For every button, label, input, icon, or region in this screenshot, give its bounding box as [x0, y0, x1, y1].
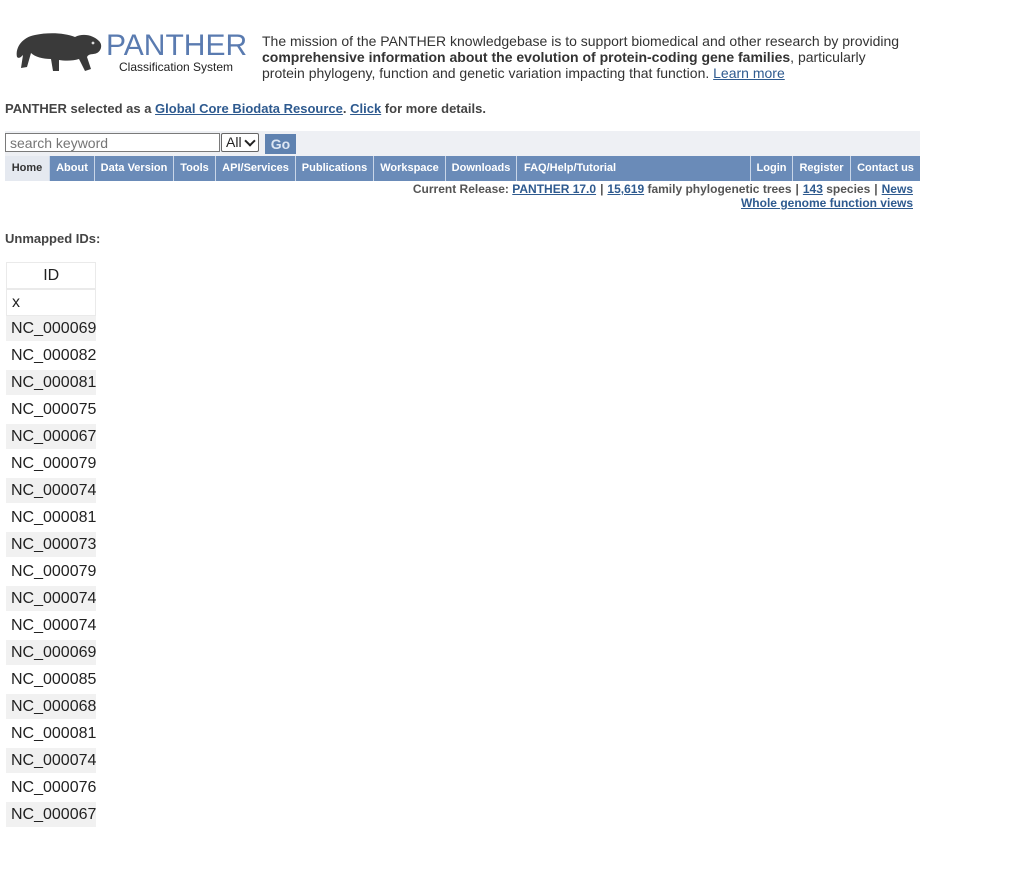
table-row: NC_000082: [6, 343, 97, 370]
logo-title: PANTHER: [106, 29, 248, 62]
table-row: NC_000079: [6, 559, 97, 586]
table-row: NC_000081: [6, 721, 97, 748]
id-cell: NC_000069: [6, 640, 97, 667]
core-biodata-notice: PANTHER selected as a Global Core Biodat…: [5, 101, 486, 116]
table-row: NC_000085: [6, 667, 97, 694]
nav-home[interactable]: Home: [5, 156, 50, 181]
nav-api-services[interactable]: API/Services: [216, 156, 296, 181]
table-row: NC_000069: [6, 316, 97, 343]
release-version-link[interactable]: PANTHER 17.0: [512, 182, 596, 196]
search-input[interactable]: [5, 133, 220, 152]
chevron-down-icon: [244, 135, 256, 147]
unmapped-ids-table: ID x NC_000069 NC_000082 NC_000081 NC_000075…: [6, 262, 97, 829]
go-button[interactable]: Go: [265, 134, 296, 154]
search-scope-value: All: [226, 134, 242, 150]
table-row: NC_000068: [6, 694, 97, 721]
panther-icon: [16, 33, 102, 71]
id-cell: NC_000074: [6, 613, 97, 640]
family-trees-link[interactable]: 15,619: [607, 182, 644, 196]
id-cell: NC_000079: [6, 559, 97, 586]
id-cell: NC_000073: [6, 532, 97, 559]
id-cell: NC_000069: [6, 316, 97, 343]
nav-contact-us[interactable]: Contact us: [850, 156, 920, 181]
table-row: NC_000081: [6, 370, 97, 397]
id-cell: NC_000067: [6, 802, 97, 829]
table-row: NC_000067: [6, 424, 97, 451]
table-row: NC_000074: [6, 478, 97, 505]
global-core-biodata-link[interactable]: Global Core Biodata Resource: [155, 101, 343, 116]
table-row: NC_000074: [6, 748, 97, 775]
panther-logo[interactable]: PANTHER Classification System: [13, 27, 248, 75]
table-row: NC_000069: [6, 640, 97, 667]
learn-more-link[interactable]: Learn more: [713, 65, 785, 81]
id-cell: NC_000079: [6, 451, 97, 478]
mission-text: The mission of the PANTHER knowledgebase…: [262, 33, 900, 81]
id-cell: NC_000085: [6, 667, 97, 694]
unmapped-ids-heading: Unmapped IDs:: [5, 231, 101, 246]
table-row: NC_000073: [6, 532, 97, 559]
id-cell: NC_000076: [6, 775, 97, 802]
nav-register[interactable]: Register: [792, 156, 850, 181]
id-column-header: ID: [6, 262, 97, 289]
id-cell: NC_000075: [6, 397, 97, 424]
id-cell: x: [6, 289, 97, 316]
nav-tools[interactable]: Tools: [174, 156, 216, 181]
id-cell: NC_000081: [6, 505, 97, 532]
table-row: NC_000067: [6, 802, 97, 829]
news-link[interactable]: News: [882, 182, 913, 196]
id-cell: NC_000067: [6, 424, 97, 451]
nav-workspace[interactable]: Workspace: [374, 156, 446, 181]
id-cell: NC_000068: [6, 694, 97, 721]
nav-downloads[interactable]: Downloads: [446, 156, 517, 181]
table-row: x: [6, 289, 97, 316]
id-cell: NC_000074: [6, 748, 97, 775]
table-row: NC_000076: [6, 775, 97, 802]
table-row: NC_000079: [6, 451, 97, 478]
id-cell: NC_000081: [6, 721, 97, 748]
logo-subtitle: Classification System: [119, 60, 234, 74]
search-scope-select[interactable]: All: [221, 133, 259, 152]
table-row: NC_000081: [6, 505, 97, 532]
nav-login[interactable]: Login: [750, 156, 792, 181]
table-row: NC_000074: [6, 586, 97, 613]
table-row: NC_000075: [6, 397, 97, 424]
id-cell: NC_000081: [6, 370, 97, 397]
nav-data-version[interactable]: Data Version: [95, 156, 174, 181]
whole-genome-link[interactable]: Whole genome function views: [741, 196, 913, 210]
search-bar: All Go: [5, 131, 920, 156]
nav-publications[interactable]: Publications: [296, 156, 374, 181]
species-link[interactable]: 143: [803, 182, 823, 196]
id-cell: NC_000074: [6, 586, 97, 613]
click-details-link[interactable]: Click: [350, 101, 381, 116]
table-row: NC_000074: [6, 613, 97, 640]
main-nav: Home About Data Version Tools API/Servic…: [5, 156, 920, 181]
release-info: Current Release: PANTHER 17.0 | 15,619 fam…: [412, 182, 913, 210]
nav-about[interactable]: About: [50, 156, 95, 181]
nav-faq-help[interactable]: FAQ/Help/Tutorial: [517, 156, 629, 181]
id-cell: NC_000082: [6, 343, 97, 370]
id-cell: NC_000074: [6, 478, 97, 505]
